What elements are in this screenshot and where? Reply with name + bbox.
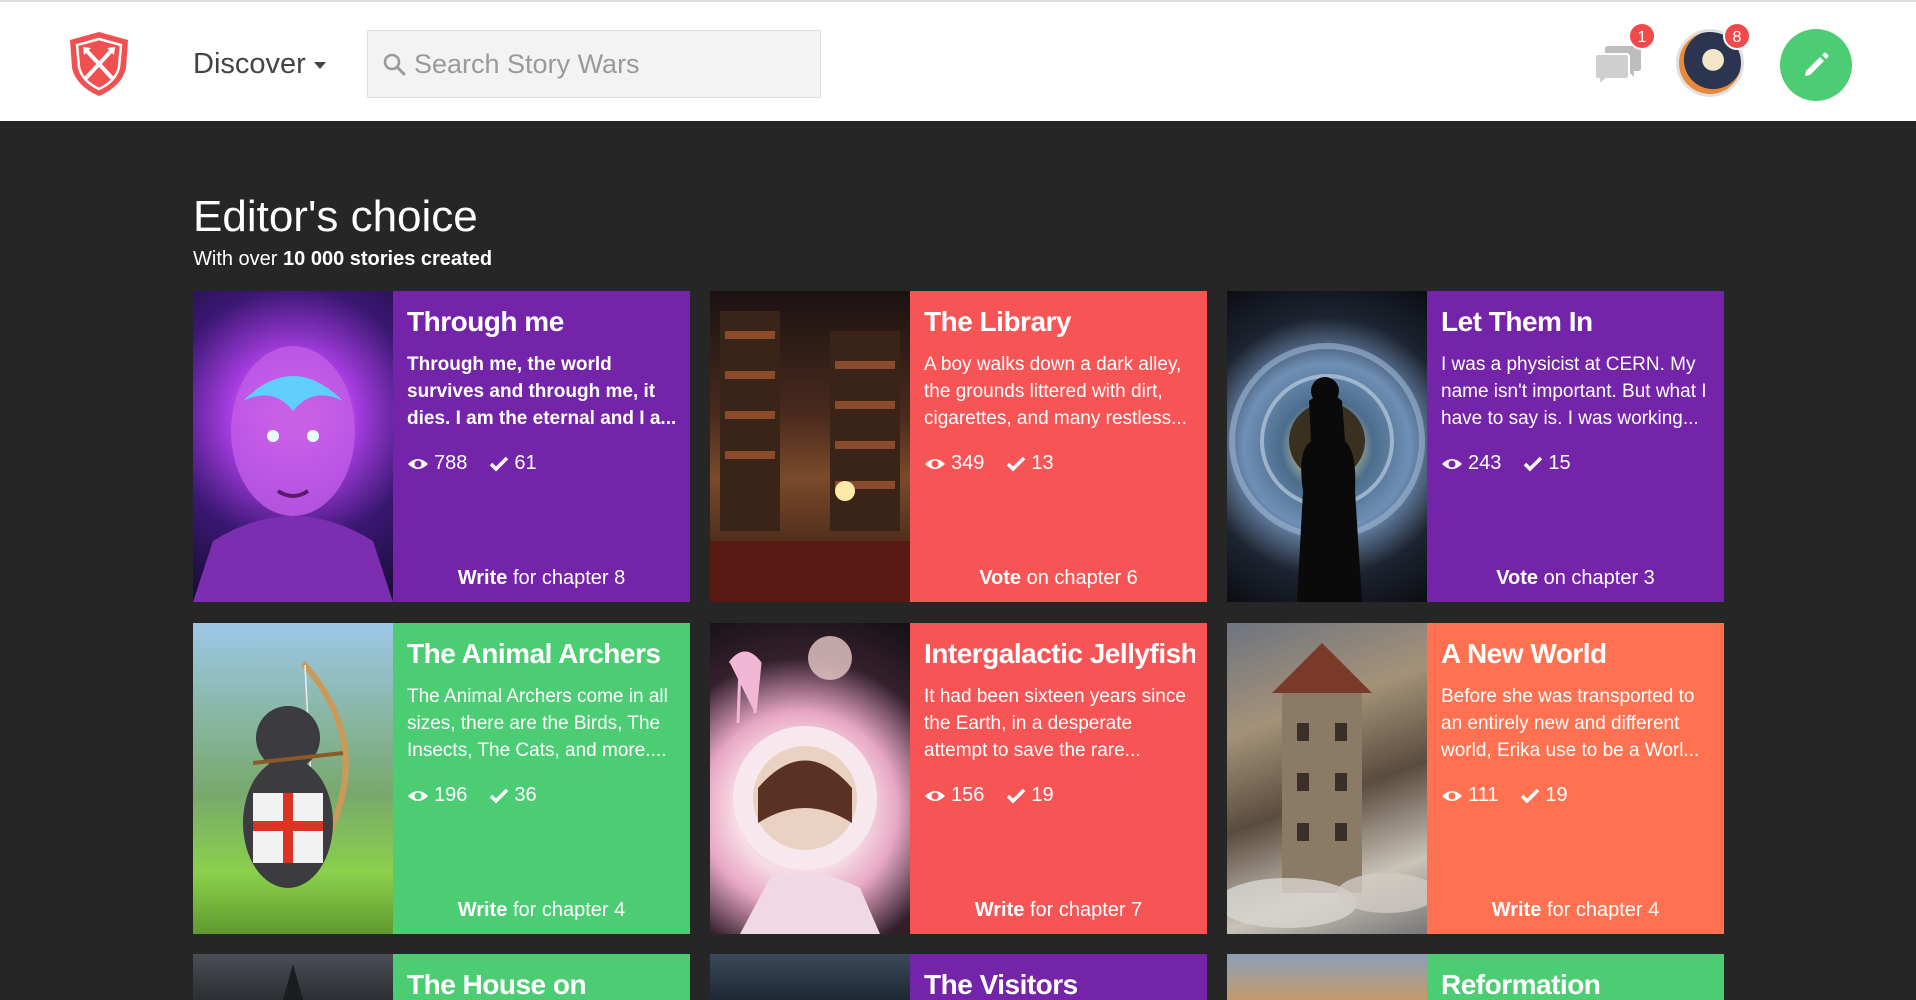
story-cta[interactable]: Write for chapter 8 xyxy=(393,567,690,590)
votes-stat: 15 xyxy=(1523,452,1571,475)
story-title[interactable]: Reformation xyxy=(1441,968,1712,1000)
section-subtitle: With over 10 000 stories created xyxy=(193,248,493,270)
story-card-body: The House on xyxy=(393,954,690,1000)
votes-stat: 19 xyxy=(1520,784,1568,807)
story-card[interactable]: The Library A boy walks down a dark alle… xyxy=(710,291,1207,602)
story-cover-image xyxy=(1227,954,1427,1000)
section-title: Editor's choice xyxy=(193,192,478,241)
check-icon xyxy=(1524,456,1543,471)
story-title[interactable]: Intergalactic Jellyfish xyxy=(924,637,1195,671)
discover-label: Discover xyxy=(193,48,306,80)
story-wars-logo-icon[interactable] xyxy=(66,30,132,98)
story-card-body: The Library A boy walks down a dark alle… xyxy=(910,291,1207,602)
search-box[interactable] xyxy=(367,30,821,98)
user-avatar[interactable]: 8 xyxy=(1676,22,1751,97)
story-cover-image xyxy=(193,291,393,602)
story-cta[interactable]: Write for chapter 4 xyxy=(393,899,690,922)
story-card-body: Intergalactic Jellyfish It had been sixt… xyxy=(910,623,1207,934)
story-excerpt: Through me, the world survives and throu… xyxy=(407,354,677,429)
story-cover-image xyxy=(710,623,910,934)
check-icon xyxy=(1007,788,1026,803)
search-input[interactable] xyxy=(414,48,814,80)
votes-stat: 19 xyxy=(1006,784,1054,807)
story-card[interactable]: Intergalactic Jellyfish It had been sixt… xyxy=(710,623,1207,934)
story-title[interactable]: A New World xyxy=(1441,637,1712,671)
caret-down-icon xyxy=(313,62,326,69)
views-stat: 196 xyxy=(407,784,467,807)
eye-icon xyxy=(1442,458,1462,469)
eye-icon xyxy=(925,458,945,469)
story-excerpt: The Animal Archers come in all sizes, th… xyxy=(407,686,668,761)
eye-icon xyxy=(1442,790,1462,801)
eye-icon xyxy=(408,458,428,469)
write-story-button[interactable] xyxy=(1780,29,1852,101)
views-stat: 243 xyxy=(1441,452,1501,475)
story-card-body: A New World Before she was transported t… xyxy=(1427,623,1724,934)
votes-stat: 36 xyxy=(489,784,537,807)
story-title[interactable]: Through me xyxy=(407,305,678,339)
story-card-body: The Animal Archers The Animal Archers co… xyxy=(393,623,690,934)
story-card[interactable]: A New World Before she was transported t… xyxy=(1227,623,1724,934)
story-card[interactable]: Reformation xyxy=(1227,954,1724,1000)
messages-badge: 1 xyxy=(1628,22,1656,50)
check-icon xyxy=(490,456,509,471)
story-cta[interactable]: Vote on chapter 6 xyxy=(910,567,1207,590)
story-excerpt: Before she was transported to an entirel… xyxy=(1441,686,1700,761)
story-card-body: Reformation xyxy=(1427,954,1724,1000)
story-card[interactable]: The House on xyxy=(193,954,690,1000)
story-card-body: The Visitors xyxy=(910,954,1207,1000)
messages-button[interactable]: 1 xyxy=(1594,22,1656,88)
views-stat: 349 xyxy=(924,452,984,475)
story-stats: 243 15 xyxy=(1441,452,1712,475)
story-cover-image xyxy=(1227,291,1427,602)
story-excerpt: I was a physicist at CERN. My name isn't… xyxy=(1441,354,1707,429)
views-stat: 156 xyxy=(924,784,984,807)
story-cover-image xyxy=(193,623,393,934)
story-card[interactable]: The Visitors xyxy=(710,954,1207,1000)
story-excerpt: A boy walks down a dark alley, the groun… xyxy=(924,354,1187,429)
story-excerpt: It had been sixteen years since the Eart… xyxy=(924,686,1186,761)
story-cover-image xyxy=(193,954,393,1000)
story-card-body: Let Them In I was a physicist at CERN. M… xyxy=(1427,291,1724,602)
story-stats: 156 19 xyxy=(924,784,1195,807)
story-stats: 349 13 xyxy=(924,452,1195,475)
story-cover-image xyxy=(710,291,910,602)
story-cta[interactable]: Vote on chapter 3 xyxy=(1427,567,1724,590)
story-card[interactable]: Let Them In I was a physicist at CERN. M… xyxy=(1227,291,1724,602)
discover-dropdown[interactable]: Discover xyxy=(193,46,326,82)
story-stats: 788 61 xyxy=(407,452,678,475)
views-stat: 111 xyxy=(1441,784,1498,807)
votes-stat: 61 xyxy=(489,452,537,475)
votes-stat: 13 xyxy=(1006,452,1054,475)
story-title[interactable]: The Animal Archers xyxy=(407,637,678,671)
story-title[interactable]: Let Them In xyxy=(1441,305,1712,339)
views-stat: 788 xyxy=(407,452,467,475)
eye-icon xyxy=(925,790,945,801)
eye-icon xyxy=(408,790,428,801)
search-icon xyxy=(383,53,406,76)
story-cta[interactable]: Write for chapter 4 xyxy=(1427,899,1724,922)
story-card-body: Through me Through me, the world survive… xyxy=(393,291,690,602)
story-card[interactable]: The Animal Archers The Animal Archers co… xyxy=(193,623,690,934)
story-card[interactable]: Through me Through me, the world survive… xyxy=(193,291,690,602)
story-title[interactable]: The Visitors xyxy=(924,968,1195,1000)
story-cta[interactable]: Write for chapter 7 xyxy=(910,899,1207,922)
top-navbar: Discover 1 8 xyxy=(0,0,1916,121)
story-title[interactable]: The House on xyxy=(407,968,678,1000)
check-icon xyxy=(490,788,509,803)
notifications-badge: 8 xyxy=(1723,22,1751,50)
story-cover-image xyxy=(1227,623,1427,934)
story-stats: 196 36 xyxy=(407,784,678,807)
story-title[interactable]: The Library xyxy=(924,305,1195,339)
check-icon xyxy=(1521,788,1540,803)
story-cover-image xyxy=(710,954,910,1000)
story-stats: 111 19 xyxy=(1441,784,1712,807)
pencil-icon xyxy=(1805,52,1829,76)
check-icon xyxy=(1007,456,1026,471)
